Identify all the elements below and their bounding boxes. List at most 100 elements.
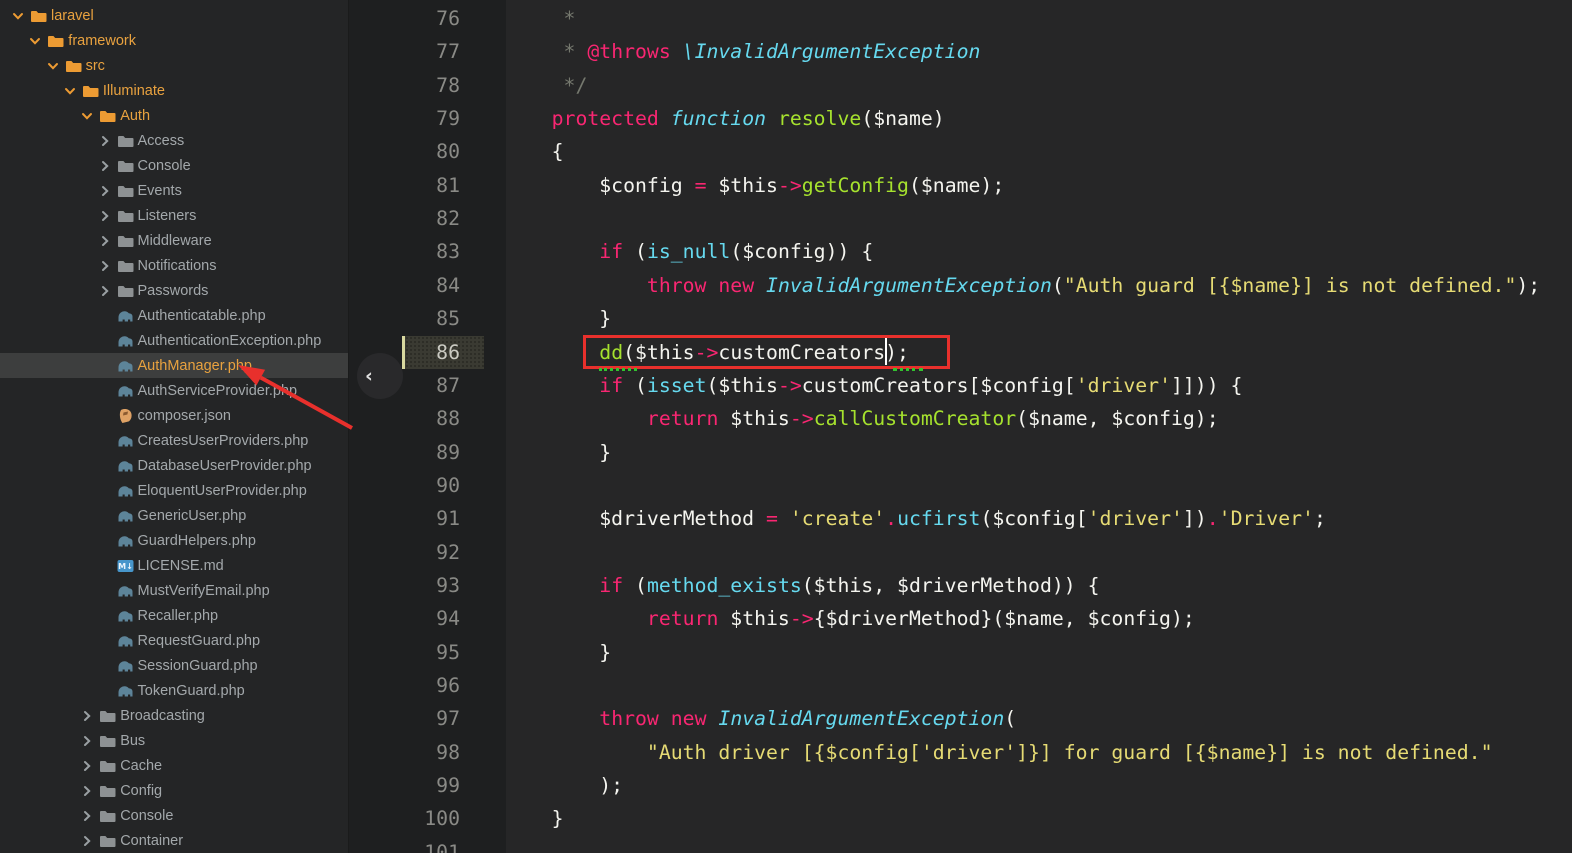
chevron-right-icon[interactable]: [81, 785, 93, 797]
tree-item-broadcasting[interactable]: Broadcasting: [0, 703, 348, 728]
collapse-sidebar-button[interactable]: ‹: [357, 353, 403, 399]
tree-item-requestguard-php[interactable]: RequestGuard.php: [0, 628, 348, 653]
tree-item-auth[interactable]: Auth: [0, 103, 348, 128]
chevron-right-icon[interactable]: [81, 810, 93, 822]
chevron-down-icon[interactable]: [29, 35, 41, 47]
tree-item-bus[interactable]: Bus: [0, 728, 348, 753]
chevron-down-icon[interactable]: [12, 10, 24, 22]
tree-item-guardhelpers-php[interactable]: GuardHelpers.php: [0, 528, 348, 553]
line-number[interactable]: 99: [349, 769, 460, 802]
tree-item-container[interactable]: Container: [0, 828, 348, 853]
tree-item-license-md[interactable]: M↓ LICENSE.md: [0, 553, 348, 578]
code-line-88[interactable]: return $this->callCustomCreator($name, $…: [504, 402, 1219, 435]
tree-item-listeners[interactable]: Listeners: [0, 203, 348, 228]
chevron-right-icon[interactable]: [99, 285, 111, 297]
tree-item-illuminate[interactable]: Illuminate: [0, 78, 348, 103]
folder-icon: [117, 260, 133, 272]
tree-item-src[interactable]: src: [0, 53, 348, 78]
code-line-85[interactable]: }: [504, 302, 611, 335]
code-line-99[interactable]: );: [504, 769, 623, 802]
tree-item-notifications[interactable]: Notifications: [0, 253, 348, 278]
line-number[interactable]: 88: [349, 402, 460, 435]
tree-item-eloquentuserprovider-php[interactable]: EloquentUserProvider.php: [0, 478, 348, 503]
line-number[interactable]: 76: [349, 2, 460, 35]
line-number[interactable]: 92: [349, 536, 460, 569]
tree-item-authenticatable-php[interactable]: Authenticatable.php: [0, 303, 348, 328]
chevron-right-icon[interactable]: [81, 735, 93, 747]
code-line-80[interactable]: {: [504, 135, 564, 168]
code-line-76[interactable]: *: [504, 2, 576, 35]
code-line-97[interactable]: throw new InvalidArgumentException(: [504, 702, 1016, 735]
tree-item-console[interactable]: Console: [0, 803, 348, 828]
line-number[interactable]: 98: [349, 736, 460, 769]
tree-item-authserviceprovider-php[interactable]: AuthServiceProvider.php: [0, 378, 348, 403]
line-number[interactable]: 94: [349, 602, 460, 635]
chevron-right-icon[interactable]: [81, 760, 93, 772]
line-number[interactable]: 83: [349, 235, 460, 268]
tree-item-mustverifyemail-php[interactable]: MustVerifyEmail.php: [0, 578, 348, 603]
code-line-94[interactable]: return $this->{$driverMethod}($name, $co…: [504, 602, 1195, 635]
tree-item-tokenguard-php[interactable]: TokenGuard.php: [0, 678, 348, 703]
code-line-79[interactable]: protected function resolve($name): [504, 102, 945, 135]
tree-item-createsuserproviders-php[interactable]: CreatesUserProviders.php: [0, 428, 348, 453]
code-line-89[interactable]: }: [504, 436, 611, 469]
line-number[interactable]: 100: [349, 802, 460, 835]
line-number[interactable]: 96: [349, 669, 460, 702]
chevron-right-icon[interactable]: [99, 260, 111, 272]
tree-item-authenticationexception-php[interactable]: AuthenticationException.php: [0, 328, 348, 353]
line-number[interactable]: 91: [349, 502, 460, 535]
tree-item-genericuser-php[interactable]: GenericUser.php: [0, 503, 348, 528]
chevron-right-icon[interactable]: [81, 710, 93, 722]
code-line-78[interactable]: */: [504, 69, 588, 102]
line-number[interactable]: 93: [349, 569, 460, 602]
line-number[interactable]: 89: [349, 436, 460, 469]
chevron-right-icon[interactable]: [99, 135, 111, 147]
chevron-right-icon[interactable]: [99, 160, 111, 172]
line-number[interactable]: 95: [349, 636, 460, 669]
tree-item-label: MustVerifyEmail.php: [137, 582, 270, 599]
code-line-98[interactable]: "Auth driver [{$config['driver']}] for g…: [504, 736, 1493, 769]
line-number[interactable]: 85: [349, 302, 460, 335]
tree-item-middleware[interactable]: Middleware: [0, 228, 348, 253]
folder-icon: [100, 735, 116, 747]
line-number[interactable]: 84: [349, 269, 460, 302]
tree-item-sessionguard-php[interactable]: SessionGuard.php: [0, 653, 348, 678]
tree-item-access[interactable]: Access: [0, 128, 348, 153]
chevron-right-icon[interactable]: [99, 185, 111, 197]
tree-item-authmanager-php[interactable]: AuthManager.php: [0, 353, 348, 378]
line-number[interactable]: 80: [349, 135, 460, 168]
code-line-95[interactable]: }: [504, 636, 611, 669]
tree-item-composer-json[interactable]: composer.json: [0, 403, 348, 428]
code-line-84[interactable]: throw new InvalidArgumentException("Auth…: [504, 269, 1540, 302]
tree-item-databaseuserprovider-php[interactable]: DatabaseUserProvider.php: [0, 453, 348, 478]
tree-item-recaller-php[interactable]: Recaller.php: [0, 603, 348, 628]
code-line-81[interactable]: $config = $this->getConfig($name);: [504, 169, 1004, 202]
chevron-down-icon[interactable]: [81, 110, 93, 122]
line-number[interactable]: 81: [349, 169, 460, 202]
code-line-93[interactable]: if (method_exists($this, $driverMethod))…: [504, 569, 1099, 602]
line-number[interactable]: 82: [349, 202, 460, 235]
tree-item-cache[interactable]: Cache: [0, 753, 348, 778]
tree-item-config[interactable]: Config: [0, 778, 348, 803]
tree-item-console[interactable]: Console: [0, 153, 348, 178]
line-number[interactable]: 79: [349, 102, 460, 135]
line-number[interactable]: 101: [349, 836, 460, 853]
code-line-83[interactable]: if (is_null($config)) {: [504, 235, 873, 268]
tree-item-events[interactable]: Events: [0, 178, 348, 203]
tree-item-framework[interactable]: framework: [0, 28, 348, 53]
chevron-down-icon[interactable]: [64, 85, 76, 97]
tree-item-laravel[interactable]: laravel: [0, 3, 348, 28]
chevron-right-icon[interactable]: [81, 835, 93, 847]
code-line-87[interactable]: if (isset($this->customCreators[$config[…: [504, 369, 1242, 402]
code-line-100[interactable]: }: [504, 802, 564, 835]
line-number[interactable]: 90: [349, 469, 460, 502]
code-line-77[interactable]: * @throws \InvalidArgumentException: [504, 35, 981, 68]
code-line-91[interactable]: $driverMethod = 'create'.ucfirst($config…: [504, 502, 1326, 535]
line-number[interactable]: 97: [349, 702, 460, 735]
line-number[interactable]: 77: [349, 35, 460, 68]
chevron-right-icon[interactable]: [99, 235, 111, 247]
tree-item-passwords[interactable]: Passwords: [0, 278, 348, 303]
line-number[interactable]: 78: [349, 69, 460, 102]
chevron-right-icon[interactable]: [99, 210, 111, 222]
chevron-down-icon[interactable]: [47, 60, 59, 72]
